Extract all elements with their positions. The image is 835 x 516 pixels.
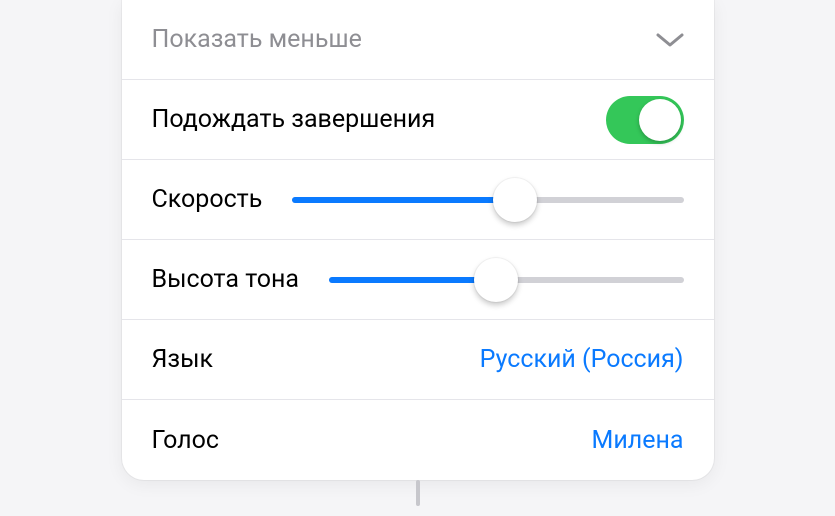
language-value: Русский (Россия) bbox=[480, 345, 684, 374]
slider-fill bbox=[329, 277, 496, 283]
pitch-label: Высота тона bbox=[152, 265, 299, 294]
slider-fill bbox=[292, 197, 515, 203]
wait-completion-toggle[interactable] bbox=[606, 96, 684, 144]
language-label: Язык bbox=[152, 345, 214, 374]
wait-completion-row: Подождать завершения bbox=[122, 80, 714, 160]
show-less-row[interactable]: Показать меньше bbox=[122, 0, 714, 80]
language-row[interactable]: Язык Русский (Россия) bbox=[122, 320, 714, 400]
toggle-knob bbox=[639, 99, 681, 141]
speech-settings-panel: Показать меньше Подождать завершения Ско… bbox=[122, 0, 714, 480]
show-less-label: Показать меньше bbox=[152, 25, 362, 54]
wait-completion-label: Подождать завершения bbox=[152, 105, 436, 134]
slider-thumb[interactable] bbox=[474, 258, 518, 302]
connector-stem-wrap bbox=[122, 480, 714, 506]
voice-value: Милена bbox=[592, 426, 684, 455]
pitch-row: Высота тона bbox=[122, 240, 714, 320]
speed-row: Скорость bbox=[122, 160, 714, 240]
connector-stem bbox=[416, 480, 420, 506]
pitch-slider[interactable] bbox=[329, 256, 684, 304]
speed-label: Скорость bbox=[152, 185, 263, 214]
chevron-down-icon bbox=[656, 31, 684, 49]
speed-slider[interactable] bbox=[292, 176, 683, 224]
voice-row[interactable]: Голос Милена bbox=[122, 400, 714, 480]
slider-thumb[interactable] bbox=[493, 178, 537, 222]
voice-label: Голос bbox=[152, 426, 219, 455]
